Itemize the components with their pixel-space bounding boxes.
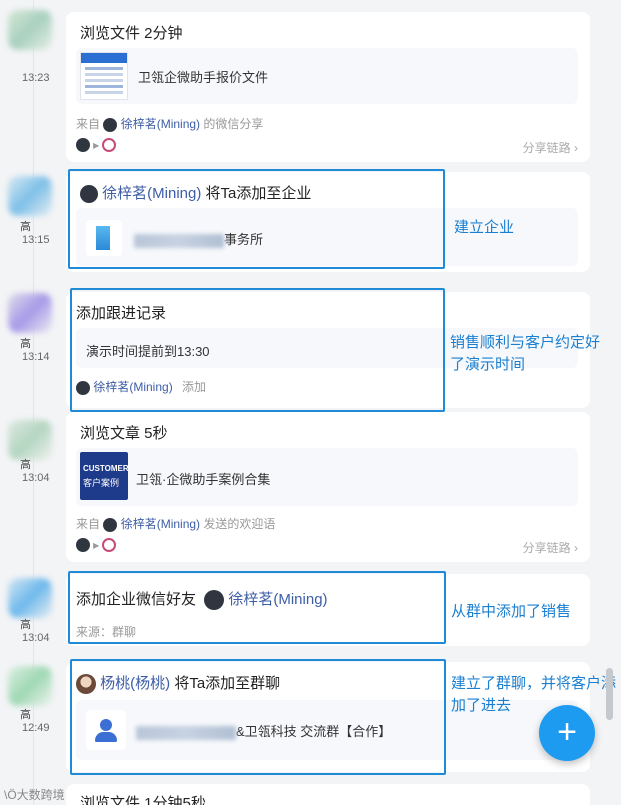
chevron-right-icon: › [574, 541, 578, 555]
share-user[interactable]: 徐梓茗(Mining) [121, 117, 200, 131]
entry-time: 13:15 [22, 234, 50, 246]
highlight-box [70, 288, 445, 412]
annotation: 销售顺利与客户约定好了演示时间 [450, 334, 601, 373]
document-thumbnail [80, 52, 128, 100]
highlight-box [70, 659, 446, 775]
article-title: 卫瓴·企微助手案例合集 [136, 472, 271, 487]
timeline-card-browse-file[interactable]: 浏览文件 2分钟 卫瓴企微助手报价文件 来自 徐梓茗(Mining) 的微信分享… [66, 12, 590, 162]
watermark: \Ö大数跨境 [4, 788, 65, 802]
annotation: 从群中添加了销售 [451, 603, 572, 620]
card-title: 浏览文件 2分钟 [80, 25, 183, 42]
timeline-card-browse-article[interactable]: 浏览文章 5秒 CUSTOMER 客户案例 卫瓴·企微助手案例合集 来自 徐梓茗… [66, 412, 590, 562]
customer-avatar [8, 293, 52, 333]
customer-avatar-icon [102, 538, 117, 552]
user-avatar-icon [103, 117, 118, 132]
annotation: 建立了群聊，并将客户添加了进去 [451, 675, 617, 714]
share-chain: ▶ [76, 538, 117, 552]
entry-meta: 高 13:04 [8, 578, 62, 644]
entry-time: 13:14 [22, 351, 50, 363]
document-title: 卫瓴企微助手报价文件 [138, 70, 269, 85]
share-source: 来自 徐梓茗(Mining) 的微信分享 [76, 117, 264, 132]
article-preview[interactable]: CUSTOMER 客户案例 卫瓴·企微助手案例合集 [76, 448, 578, 506]
customer-timeline: 13:23 浏览文件 2分钟 卫瓴企微助手报价文件 来自 徐梓茗(Mining)… [0, 0, 621, 805]
share-chain: ▶ [76, 138, 117, 152]
user-avatar-icon [103, 517, 118, 532]
customer-name: 高 [20, 709, 31, 721]
customer-avatar [8, 420, 52, 460]
chevron-right-icon: › [574, 141, 578, 155]
add-button[interactable]: + [539, 705, 595, 761]
entry-meta: 13:23 [8, 10, 62, 84]
customer-avatar [8, 176, 52, 216]
arrow-right-icon: ▶ [93, 540, 100, 550]
entry-time: 12:49 [22, 722, 50, 734]
entry-meta: 高 12:49 [8, 666, 62, 734]
share-link-button[interactable]: 分享链路 › [523, 539, 578, 556]
entry-time: 13:23 [22, 72, 50, 84]
entry-time: 13:04 [22, 632, 50, 644]
annotation: 建立企业 [454, 219, 515, 236]
entry-meta: 高 13:14 [8, 293, 62, 363]
share-user[interactable]: 徐梓茗(Mining) [121, 517, 200, 531]
article-thumbnail: CUSTOMER 客户案例 [80, 452, 129, 500]
entry-time: 13:04 [22, 472, 50, 484]
arrow-right-icon: ▶ [93, 140, 100, 150]
customer-name: 高 [20, 459, 31, 471]
entry-meta: 高 13:15 [8, 176, 62, 246]
user-avatar-icon [76, 538, 90, 552]
scrollbar-thumb[interactable] [606, 668, 613, 720]
customer-avatar-icon [102, 138, 117, 152]
share-source: 来自 徐梓茗(Mining) 发送的欢迎语 [76, 517, 276, 532]
customer-avatar [8, 578, 52, 618]
highlight-box [68, 169, 445, 269]
customer-name: 高 [20, 619, 31, 631]
customer-name: 高 [20, 338, 31, 350]
card-title: 浏览文章 5秒 [80, 425, 168, 442]
document-preview[interactable]: 卫瓴企微助手报价文件 [76, 48, 578, 104]
user-avatar-icon [76, 138, 90, 152]
customer-avatar [8, 10, 52, 50]
timeline-card-browse-file[interactable]: 浏览文件 1分钟5秒 [66, 784, 590, 805]
customer-name: 高 [20, 221, 31, 233]
card-title: 浏览文件 1分钟5秒 [80, 795, 206, 805]
share-link-button[interactable]: 分享链路 › [523, 139, 578, 156]
customer-avatar [8, 666, 52, 706]
highlight-box [68, 571, 446, 644]
entry-meta: 高 13:04 [8, 420, 62, 484]
